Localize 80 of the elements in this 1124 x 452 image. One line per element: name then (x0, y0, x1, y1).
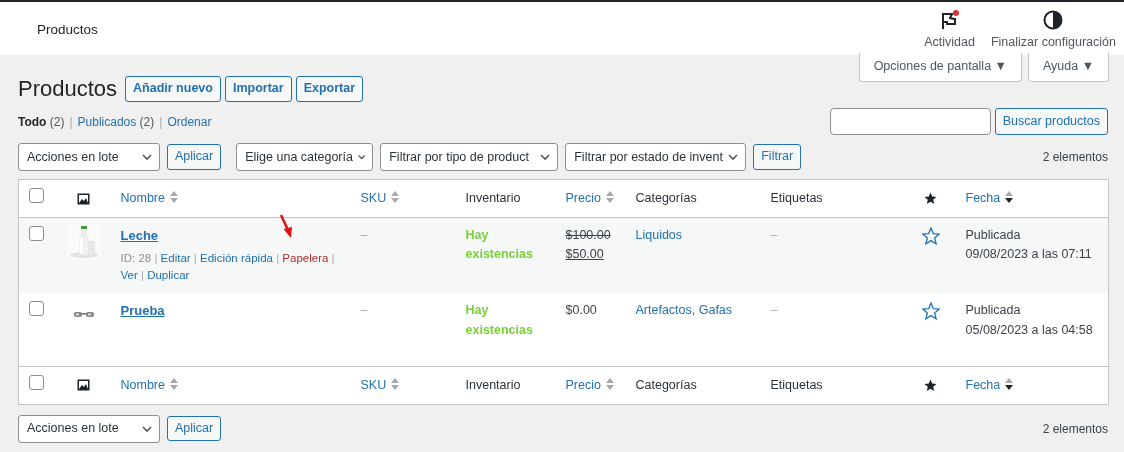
view-link[interactable]: Todo (2) (18, 112, 65, 131)
separator: | (193, 251, 197, 264)
apply-button[interactable]: Aplicar (167, 415, 222, 442)
separator: | (69, 113, 73, 131)
column-header[interactable]: Precio (565, 191, 601, 206)
checkbox[interactable] (29, 301, 44, 317)
page-title: Productos (37, 21, 98, 39)
view-link[interactable]: Publicados (2) (77, 112, 155, 131)
star-icon (924, 378, 937, 392)
row-action-link[interactable]: Editar (160, 251, 191, 264)
image-icon (76, 379, 90, 392)
activity-button[interactable]: Actividad (924, 2, 975, 52)
product-name[interactable]: Prueba (120, 303, 165, 319)
dropdown[interactable]: Filtrar por tipo de product (380, 143, 559, 172)
checkbox[interactable] (29, 225, 44, 241)
category-link[interactable]: Liquidos (635, 227, 683, 242)
table-row[interactable]: Leche ID: 28 | Editar | Edición rápida | Papelera | Ver | Duplicar – Hay existencias $100.00 $50.00 Liquidos – Publicada 09/08/2023 a las 07:11 (18, 217, 1109, 294)
price: $0.00 (565, 302, 598, 320)
column-header[interactable]: SKU (360, 377, 387, 392)
column-header: Categorías (635, 191, 697, 206)
item-count: 2 elementos (1042, 149, 1108, 167)
separator: | (159, 113, 163, 131)
publish-date: 05/08/2023 a las 04:58 (965, 321, 1094, 339)
star-icon[interactable] (921, 226, 940, 245)
price: $50.00 (565, 246, 605, 264)
separator: | (154, 251, 158, 264)
row-action-link[interactable]: Edición rápida (200, 251, 273, 264)
tags-value: – (770, 303, 778, 318)
stock-status: Hay existencias (465, 226, 534, 264)
product-name[interactable]: Leche (120, 227, 159, 243)
post-status: Publicada (965, 226, 1022, 244)
row-action-link[interactable]: Duplicar (147, 269, 190, 282)
column-header: Inventario (465, 191, 521, 206)
checkbox[interactable] (29, 374, 44, 390)
post-status: Publicada (965, 302, 1022, 320)
sku-value: – (360, 303, 368, 318)
trash-link[interactable]: Papelera (282, 251, 329, 264)
publish-date: 09/08/2023 a las 07:11 (965, 246, 1093, 264)
image-icon (76, 192, 90, 205)
dropdown[interactable]: Elige una categoría (236, 143, 374, 172)
separator: | (140, 269, 144, 282)
old-price: $100.00 (565, 226, 612, 244)
tags-value: – (770, 227, 778, 242)
heading: Productos (18, 75, 118, 103)
checkbox[interactable] (29, 188, 44, 204)
apply-button[interactable]: Aplicar (167, 144, 222, 170)
dropdown[interactable]: Filtrar por estado de invent (565, 143, 747, 172)
view-link[interactable]: Ordenar (167, 112, 212, 131)
search-button[interactable]: Buscar productos (994, 108, 1108, 136)
sku-value: – (360, 227, 368, 242)
star-icon[interactable] (921, 301, 940, 320)
product-id: ID: 28 (120, 251, 152, 264)
category-link[interactable]: Artefactos, Gafas (635, 303, 733, 318)
column-header[interactable]: Fecha (965, 191, 1001, 206)
row-action-link[interactable]: Ver (120, 269, 138, 282)
column-header[interactable]: Nombre (120, 191, 165, 206)
separator: | (276, 251, 280, 264)
separator: | (331, 251, 335, 264)
star-icon (924, 192, 937, 206)
dropdown[interactable]: Acciones en lote (18, 414, 160, 443)
table-row[interactable]: Prueba – Hay existencias $0.00 Artefactos, Gafas – Publicada 05/08/2023 a las 04:58 (18, 293, 1109, 367)
page-button[interactable]: Exportar (295, 76, 364, 102)
stock-status: Hay existencias (465, 302, 534, 339)
column-header: Inventario (465, 377, 521, 392)
column-header: Categorías (635, 377, 697, 392)
setup-button[interactable]: Finalizar configuración (990, 2, 1116, 52)
screen-tab[interactable]: Ayuda ▼ (1027, 53, 1109, 82)
column-header[interactable]: Fecha (965, 377, 1001, 392)
column-header[interactable]: Precio (565, 377, 601, 392)
column-header[interactable]: SKU (360, 191, 387, 206)
item-count: 2 elementos (1042, 420, 1108, 438)
column-header[interactable]: Nombre (120, 377, 165, 392)
filter-button[interactable]: Filtrar (753, 144, 802, 170)
column-header: Etiquetas (770, 191, 823, 206)
page-button[interactable]: Importar (224, 76, 292, 102)
screen-tab[interactable]: Opciones de pantalla ▼ (858, 53, 1022, 82)
search-field[interactable] (829, 108, 991, 136)
page-button[interactable]: Añadir nuevo (125, 76, 221, 102)
dropdown[interactable]: Acciones en lote (18, 143, 160, 172)
column-header: Etiquetas (770, 377, 823, 392)
